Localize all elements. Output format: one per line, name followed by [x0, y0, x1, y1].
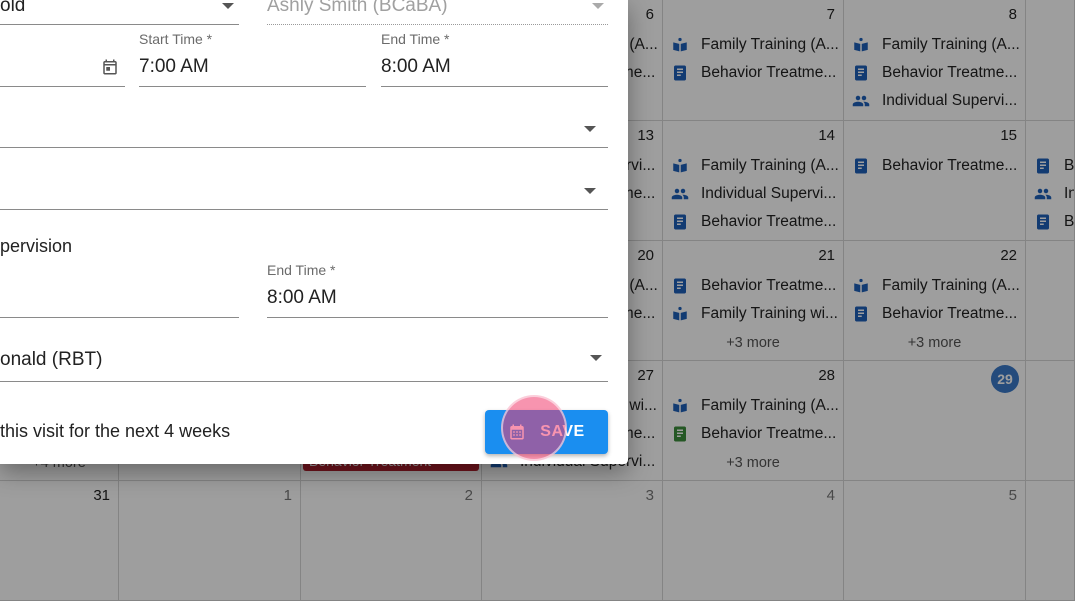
- provider-select-value: Ashly Smith (BCaBA): [267, 0, 448, 16]
- start-time-input[interactable]: 7:00 AM: [139, 56, 209, 78]
- end-time-label: End Time *: [381, 31, 450, 47]
- calendar-icon: [510, 424, 525, 440]
- calendar-icon[interactable]: [101, 58, 119, 76]
- location-dropdown-caret[interactable]: [584, 188, 596, 194]
- save-button[interactable]: SAVE: [485, 410, 608, 454]
- client-dropdown-caret[interactable]: [222, 3, 234, 9]
- supervision-end-time-label: End Time *: [267, 262, 336, 278]
- provider-dropdown-caret: [592, 3, 604, 9]
- staff-select-value[interactable]: onald (RBT): [0, 349, 102, 371]
- staff-underline: [0, 381, 608, 382]
- client-select-value[interactable]: old: [0, 0, 25, 17]
- supervision-start-underline: [0, 317, 239, 318]
- service-dropdown-caret[interactable]: [584, 126, 596, 132]
- location-select[interactable]: [0, 162, 608, 210]
- provider-underline: [267, 24, 608, 25]
- supervision-end-underline: [267, 317, 608, 318]
- end-time-input[interactable]: 8:00 AM: [381, 56, 451, 78]
- client-underline: [0, 24, 239, 25]
- supervision-end-time-input[interactable]: 8:00 AM: [267, 287, 337, 309]
- save-button-label: SAVE: [540, 423, 585, 440]
- date-underline: [0, 86, 125, 87]
- visit-dialog: old Ashly Smith (BCaBA) Start Time * 7:0…: [0, 0, 628, 464]
- repeat-visit-checkbox-label[interactable]: this visit for the next 4 weeks: [0, 421, 230, 442]
- location-underline: [0, 209, 608, 210]
- end-time-underline: [381, 86, 608, 87]
- staff-dropdown-caret[interactable]: [590, 355, 602, 361]
- date-field[interactable]: [0, 40, 125, 88]
- service-select[interactable]: [0, 100, 608, 148]
- supervision-checkbox-label[interactable]: pervision: [0, 236, 72, 257]
- start-time-underline: [139, 86, 366, 87]
- start-time-label: Start Time *: [139, 31, 213, 47]
- service-underline: [0, 147, 608, 148]
